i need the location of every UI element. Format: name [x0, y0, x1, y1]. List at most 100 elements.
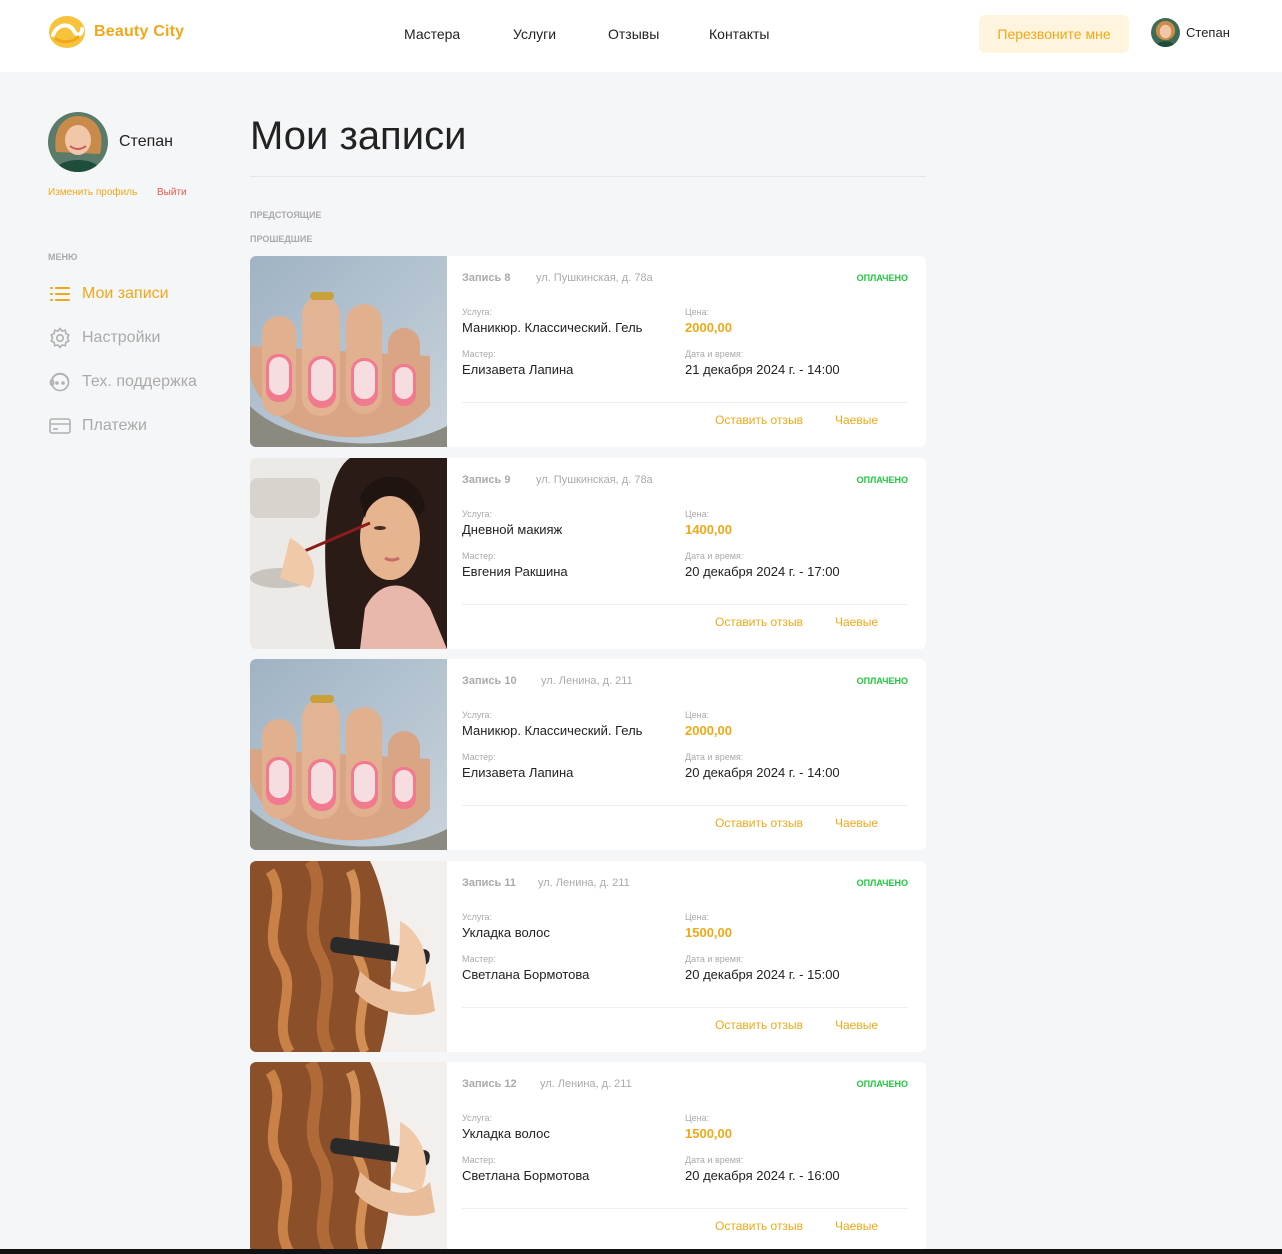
datetime-value: 20 декабря 2024 г. - 14:00 — [685, 765, 840, 780]
record-number: Запись 9 — [462, 473, 511, 486]
sidebar-item-support[interactable]: Тех. поддержка — [48, 370, 197, 394]
sidebar-item-payments[interactable]: Платежи — [48, 414, 147, 438]
record-address: ул. Пушкинская, д. 78а — [536, 473, 653, 486]
master-value: Елизавета Лапина — [462, 362, 574, 377]
record-card: Запись 10 ул. Ленина, д. 211 ОПЛАЧЕНО Ус… — [250, 659, 926, 850]
tips-link[interactable]: Чаевые — [835, 1018, 878, 1032]
record-number: Запись 11 — [462, 876, 516, 889]
service-photo — [250, 256, 447, 447]
divider — [462, 603, 908, 605]
sidebar-item-label: Мои записи — [82, 285, 169, 302]
tips-link[interactable]: Чаевые — [835, 816, 878, 830]
callback-button[interactable]: Перезвоните мне — [979, 15, 1129, 53]
leave-review-link[interactable]: Оставить отзыв — [715, 413, 803, 427]
nav-reviews[interactable]: Отзывы — [608, 26, 659, 42]
datetime-label: Дата и время: — [685, 349, 744, 359]
service-label: Услуга: — [462, 911, 492, 922]
service-label: Услуга: — [462, 1113, 492, 1123]
service-label: Услуга: — [462, 307, 492, 317]
profile-name: Степан — [119, 133, 173, 150]
profile-avatar — [48, 112, 108, 172]
sidebar-item-label: Тех. поддержка — [82, 373, 197, 390]
window-bottom-edge — [0, 1249, 1282, 1254]
divider — [462, 805, 908, 806]
header: Beauty City Мастера Услуги Отзывы Контак… — [0, 0, 1282, 72]
service-photo — [250, 1062, 447, 1253]
price-label: Цена: — [685, 1113, 710, 1123]
service-label: Услуга: — [462, 710, 492, 720]
leave-review-link[interactable]: Оставить отзыв — [715, 1018, 803, 1032]
service-value: Маникюр. Классический. Гель — [462, 723, 643, 738]
menu-label: МЕНЮ — [48, 252, 78, 262]
page-title: Мои записи — [250, 114, 467, 158]
sidebar-item-settings[interactable]: Настройки — [48, 326, 160, 350]
divider — [462, 402, 908, 403]
master-label: Мастер: — [462, 550, 496, 561]
status-badge: ОПЛАЧЕНО — [856, 676, 908, 686]
master-value: Светлана Бормотова — [462, 966, 590, 982]
avatar — [1151, 18, 1180, 47]
sidebar-item-label: Настройки — [82, 329, 161, 346]
service-value: Дневной макияж — [462, 521, 563, 537]
record-address: ул. Ленина, д. 211 — [538, 876, 630, 889]
card-icon — [48, 414, 72, 438]
datetime-label: Дата и время: — [685, 550, 744, 561]
service-value: Укладка волос — [462, 1126, 550, 1141]
datetime-label: Дата и время: — [685, 1155, 744, 1165]
master-label: Мастер: — [462, 1155, 496, 1165]
datetime-value: 20 декабря 2024 г. - 16:00 — [685, 1168, 840, 1183]
datetime-value: 20 декабря 2024 г. - 15:00 — [685, 966, 840, 982]
edit-profile-link[interactable]: Изменить профиль — [48, 187, 137, 198]
list-icon — [48, 282, 72, 306]
service-label: Услуга: — [462, 508, 492, 519]
status-badge: ОПЛАЧЕНО — [856, 1079, 908, 1089]
price-value: 2000,00 — [685, 320, 732, 335]
status-badge: ОПЛАЧЕНО — [856, 273, 908, 283]
logout-link[interactable]: Выйти — [157, 187, 187, 198]
record-number: Запись 12 — [462, 1078, 517, 1090]
record-address: ул. Ленина, д. 211 — [540, 1078, 632, 1090]
leave-review-link[interactable]: Оставить отзыв — [715, 1219, 803, 1233]
tips-link[interactable]: Чаевые — [835, 413, 878, 427]
master-value: Светлана Бормотова — [462, 1168, 590, 1183]
price-label: Цена: — [685, 508, 710, 519]
divider — [250, 176, 926, 177]
nav-masters[interactable]: Мастера — [404, 26, 460, 42]
datetime-label: Дата и время: — [685, 953, 744, 964]
leave-review-link[interactable]: Оставить отзыв — [715, 615, 803, 629]
leave-review-link[interactable]: Оставить отзыв — [715, 816, 803, 830]
user-menu[interactable]: Степан — [1151, 18, 1230, 47]
record-address: ул. Пушкинская, д. 78а — [536, 272, 653, 284]
tips-link[interactable]: Чаевые — [835, 615, 878, 629]
gear-icon — [48, 326, 72, 350]
price-value: 1400,00 — [685, 521, 732, 537]
price-value: 1500,00 — [685, 924, 732, 940]
nav-contacts[interactable]: Контакты — [709, 26, 769, 42]
service-photo — [250, 659, 447, 850]
support-icon — [48, 370, 72, 394]
sidebar-item-label: Платежи — [82, 417, 147, 434]
status-badge: ОПЛАЧЕНО — [856, 474, 908, 485]
price-label: Цена: — [685, 307, 710, 317]
master-value: Елизавета Лапина — [462, 765, 574, 780]
master-label: Мастер: — [462, 349, 496, 359]
master-label: Мастер: — [462, 752, 496, 762]
nav-services[interactable]: Услуги — [513, 26, 556, 42]
service-photo — [250, 457, 447, 649]
price-label: Цена: — [685, 911, 710, 922]
price-label: Цена: — [685, 710, 710, 720]
record-address: ул. Ленина, д. 211 — [541, 675, 633, 687]
master-label: Мастер: — [462, 953, 496, 964]
service-value: Маникюр. Классический. Гель — [462, 320, 643, 335]
record-card: Запись 8 ул. Пушкинская, д. 78а ОПЛАЧЕНО… — [250, 256, 926, 447]
user-name: Степан — [1186, 25, 1230, 40]
record-number: Запись 8 — [462, 272, 511, 284]
master-value: Евгения Ракшина — [462, 563, 568, 579]
tab-past[interactable]: ПРОШЕДШИЕ — [250, 234, 312, 244]
sidebar-item-records[interactable]: Мои записи — [48, 282, 169, 306]
tips-link[interactable]: Чаевые — [835, 1219, 878, 1233]
divider — [462, 1208, 908, 1209]
record-card: Запись 11 ул. Ленина, д. 211 ОПЛАЧЕНО Ус… — [250, 860, 926, 1052]
service-photo — [250, 860, 447, 1052]
tab-upcoming[interactable]: ПРЕДСТОЯЩИЕ — [250, 210, 321, 220]
